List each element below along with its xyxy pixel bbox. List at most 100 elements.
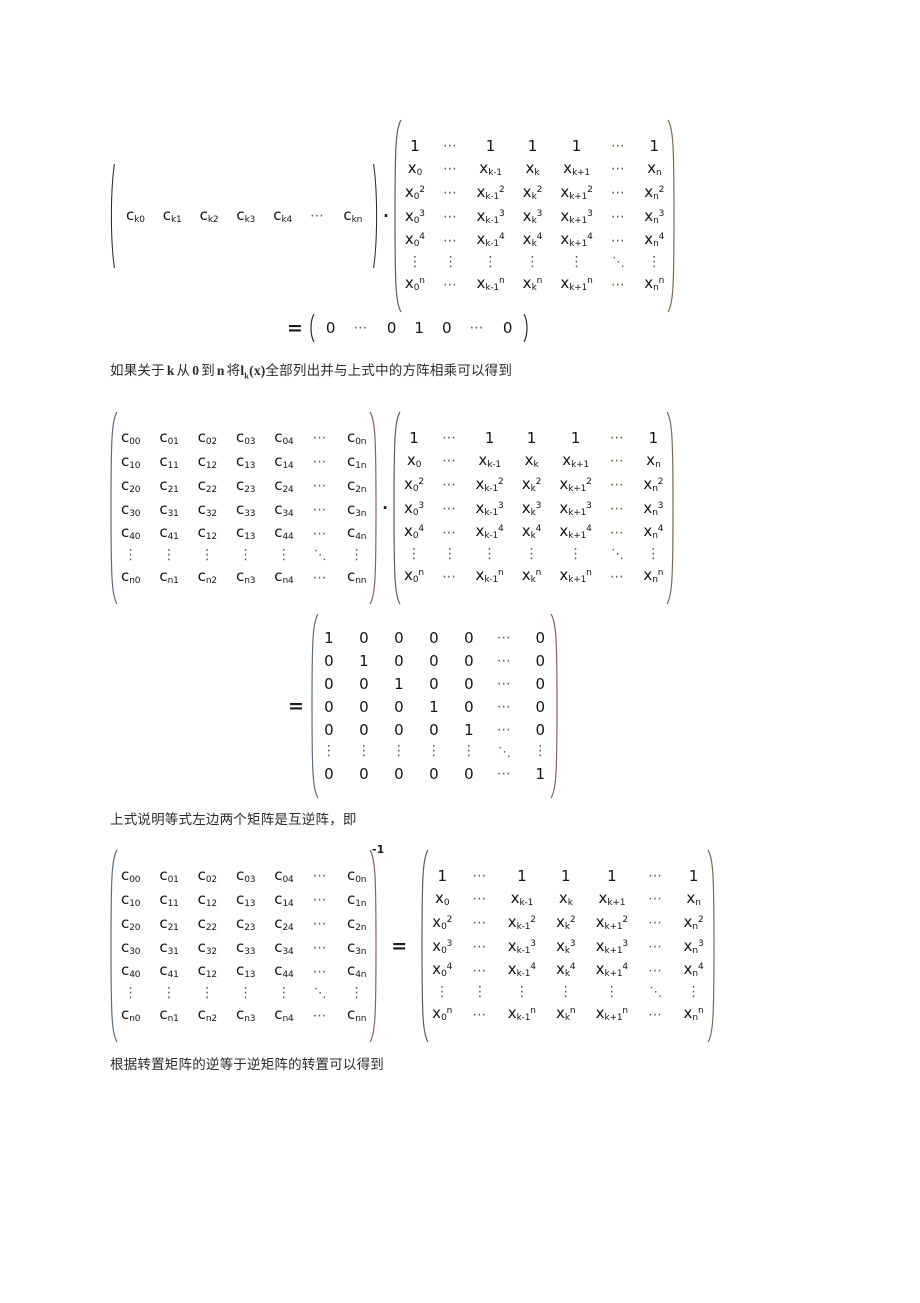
- matrix-cell: c12: [197, 523, 218, 543]
- matrix-cell-ellipsis: ⋯: [472, 1006, 488, 1023]
- matrix-cell: 1: [648, 428, 659, 447]
- matrix-cell: c13: [235, 523, 256, 543]
- matrix-cell-ellipsis: ⋯: [609, 501, 626, 517]
- matrix-cell: c12: [197, 889, 218, 909]
- matrix-cell: 0: [394, 764, 404, 783]
- matrix-cell-ddots: ⋱: [611, 547, 625, 563]
- matrix-cell-ellipsis: ⋯: [648, 868, 664, 885]
- matrix-cell: c21: [159, 913, 179, 933]
- vandermonde-matrix-eq3: 1 ⋯ 1 1 1 ⋯ 1 x0 ⋯ xk-1 xk xk+1 ⋯ xn x02…: [419, 848, 717, 1044]
- matrix-cell: c0n: [346, 865, 367, 885]
- matrix-cell: 1: [561, 866, 571, 885]
- matrix-cell-ellipsis: ⋯: [472, 891, 488, 908]
- matrix-cell: cn3: [235, 1005, 256, 1025]
- matrix-cell: xk+1: [563, 158, 590, 178]
- bracket-right-icon: [550, 612, 560, 800]
- matrix-cell: c02: [197, 427, 218, 447]
- matrix-cell: ck2: [199, 205, 219, 225]
- matrix-cell-vdots: ⋮: [569, 254, 584, 271]
- matrix-cell-vdots: ⋮: [123, 547, 138, 564]
- matrix-cell-ellipsis: ⋯: [496, 722, 513, 738]
- matrix-cell: xk-1n: [475, 566, 504, 586]
- matrix-cell-vdots: ⋮: [321, 743, 336, 760]
- matrix-cell: c13: [235, 451, 256, 471]
- matrix-cell-vdots: ⋮: [349, 985, 364, 1002]
- matrix-cell: 0: [429, 764, 439, 783]
- matrix-cell: 0: [324, 674, 334, 693]
- matrix-cell: cn0: [121, 567, 141, 587]
- matrix-cell-ellipsis: ⋯: [353, 320, 369, 336]
- matrix-cell: 1: [359, 651, 369, 670]
- matrix-cell: c02: [197, 865, 218, 885]
- equals-operator: =: [391, 935, 408, 957]
- matrix-cell: c01: [159, 427, 179, 447]
- matrix-cell-ellipsis: ⋯: [312, 430, 328, 447]
- matrix-cell-ellipsis: ⋯: [312, 868, 328, 885]
- matrix-cell: c41: [159, 523, 179, 543]
- matrix-cell: x02: [404, 182, 426, 202]
- matrix-cell: c33: [235, 499, 256, 519]
- matrix-cell-vdots: ⋮: [647, 254, 662, 271]
- matrix-cell: 1: [517, 866, 527, 885]
- matrix-cell: xk+13: [559, 498, 592, 518]
- bracket-right-icon: [707, 848, 717, 1044]
- matrix-cell: c24: [274, 913, 294, 933]
- matrix-cell: cn4: [274, 567, 294, 587]
- matrix-cell: 1: [324, 628, 334, 647]
- matrix-cell: 1: [437, 866, 448, 885]
- matrix-cell: 0: [429, 628, 439, 647]
- matrix-cell-ddots: ⋱: [649, 985, 663, 1001]
- matrix-cell: c1n: [346, 889, 367, 909]
- matrix-cell-ellipsis: ⋯: [496, 699, 513, 715]
- matrix-cell: cn4: [274, 1005, 294, 1025]
- matrix-cell: 1: [410, 136, 420, 155]
- matrix-cell: c04: [274, 865, 294, 885]
- matrix-cell: xkn: [521, 566, 542, 586]
- matrix-cell-ellipsis: ⋯: [443, 232, 459, 249]
- matrix-cell: 1: [464, 720, 474, 739]
- matrix-cell: xk3: [521, 498, 542, 518]
- vandermonde-grid: 1 ⋯ 1 1 1 ⋯ 1 x0 ⋯ xk-1 xk xk+1 ⋯ xn x02…: [402, 428, 666, 586]
- matrix-cell: xkn: [555, 1004, 576, 1024]
- equation-1-result: = 0 ⋯ 0 1 0 ⋯ 0: [282, 313, 530, 343]
- matrix-cell: 0: [535, 720, 546, 739]
- identity-grid: 1 0 0 0 0 ⋯ 0 0 1 0 0 0 ⋯ 0 0 0 1 0 0 ⋯: [320, 628, 549, 783]
- matrix-cell-vdots: ⋮: [407, 546, 422, 563]
- equation-2-result-identity: = 1 0 0 0 0 ⋯ 0 0 1 0 0 0 ⋯ 0 0 0 1 0 0 …: [283, 612, 560, 800]
- matrix-cell: 1: [485, 136, 496, 155]
- matrix-cell: xk3: [522, 206, 543, 226]
- matrix-cell: 0: [441, 318, 452, 337]
- prose-text: 如果关于: [110, 363, 165, 379]
- matrix-cell: cn2: [197, 1005, 217, 1025]
- matrix-cell-vdots: ⋮: [533, 743, 548, 760]
- matrix-cell-ellipsis: ⋯: [312, 892, 328, 909]
- matrix-cell: c3n: [346, 937, 367, 957]
- matrix-cell-vdots: ⋮: [276, 547, 291, 564]
- bracket-right-icon: [667, 118, 677, 314]
- matrix-cell-vdots: ⋮: [426, 743, 441, 760]
- prose-lk-function: lk(x): [240, 363, 265, 381]
- matrix-cell-ellipsis: ⋯: [443, 161, 459, 178]
- matrix-cell: 0: [429, 674, 439, 693]
- matrix-cell: c20: [121, 475, 141, 495]
- matrix-cell: c10: [121, 889, 141, 909]
- matrix-cell-ellipsis: ⋯: [610, 232, 627, 249]
- unit-row-cells: 0 ⋯ 0 1 0 ⋯ 0: [317, 318, 522, 337]
- matrix-cell-ellipsis: ⋯: [472, 939, 488, 955]
- matrix-cell: xk+14: [559, 522, 592, 542]
- equation-3: c00 c01 c02 c03 c04 ⋯ c0n c10 c11 c12 c1…: [108, 843, 717, 1044]
- matrix-cell: 0: [324, 720, 334, 739]
- bracket-right-icon: [369, 410, 379, 606]
- matrix-cell: xk-1n: [476, 274, 505, 294]
- matrix-cell-vdots: ⋮: [646, 546, 661, 563]
- matrix-cell: 1: [527, 136, 538, 155]
- matrix-cell-ellipsis: ⋯: [472, 915, 488, 932]
- prose-var-k: k: [166, 363, 175, 378]
- matrix-cell: xn4: [643, 522, 664, 542]
- matrix-cell: xk2: [555, 912, 576, 932]
- matrix-cell: xk-13: [475, 498, 504, 518]
- matrix-cell: xk-1: [478, 450, 501, 470]
- prose-line-2: 上式说明等式左边两个矩阵是互逆阵，即: [110, 812, 357, 828]
- matrix-cell: xn2: [644, 182, 665, 202]
- matrix-cell-ellipsis: ⋯: [648, 915, 664, 932]
